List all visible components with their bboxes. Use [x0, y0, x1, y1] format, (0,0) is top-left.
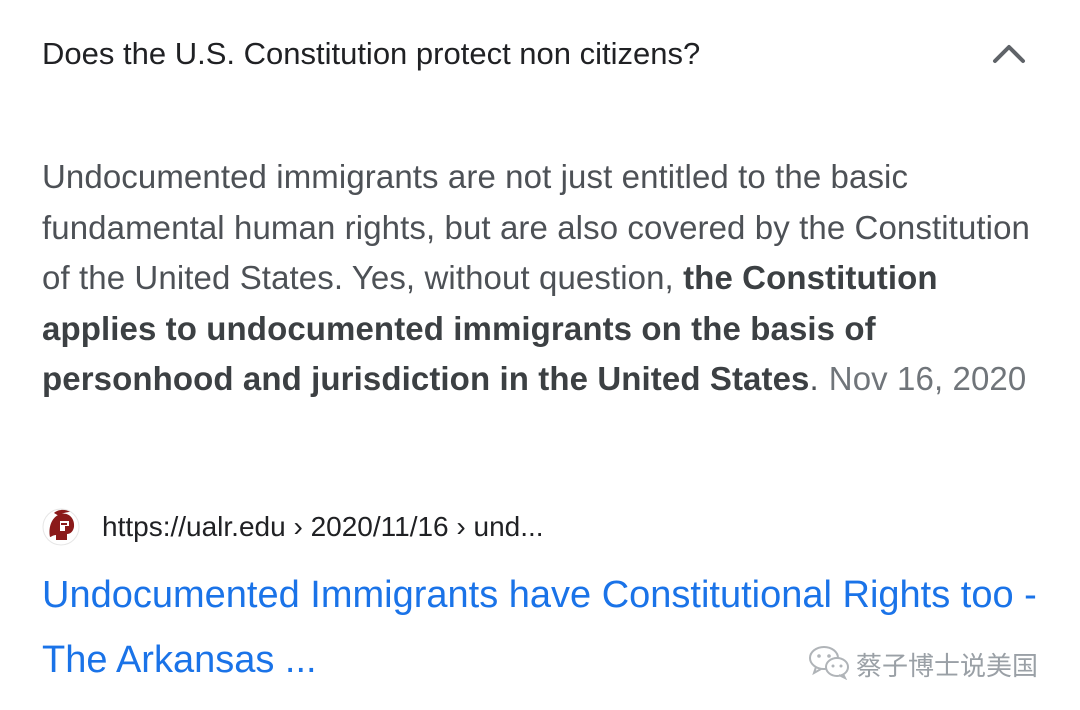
wechat-icon [809, 646, 849, 680]
answer-end: . [809, 360, 819, 397]
watermark: 蔡子博士说美国 [808, 642, 1058, 682]
source-row[interactable]: https://ualr.edu › 2020/11/16 › und... [42, 507, 942, 547]
source-url[interactable]: https://ualr.edu › 2020/11/16 › und... [102, 511, 544, 543]
question-row[interactable]: Does the U.S. Constitution protect non c… [0, 0, 1080, 110]
answer-snippet: Undocumented immigrants are not just ent… [42, 152, 1042, 405]
answer-date: Nov 16, 2020 [828, 360, 1027, 397]
question-text[interactable]: Does the U.S. Constitution protect non c… [42, 36, 700, 72]
chevron-up-icon[interactable] [990, 40, 1028, 66]
watermark-text: 蔡子博士说美国 [856, 652, 1039, 682]
trojan-helmet-icon [42, 508, 80, 546]
